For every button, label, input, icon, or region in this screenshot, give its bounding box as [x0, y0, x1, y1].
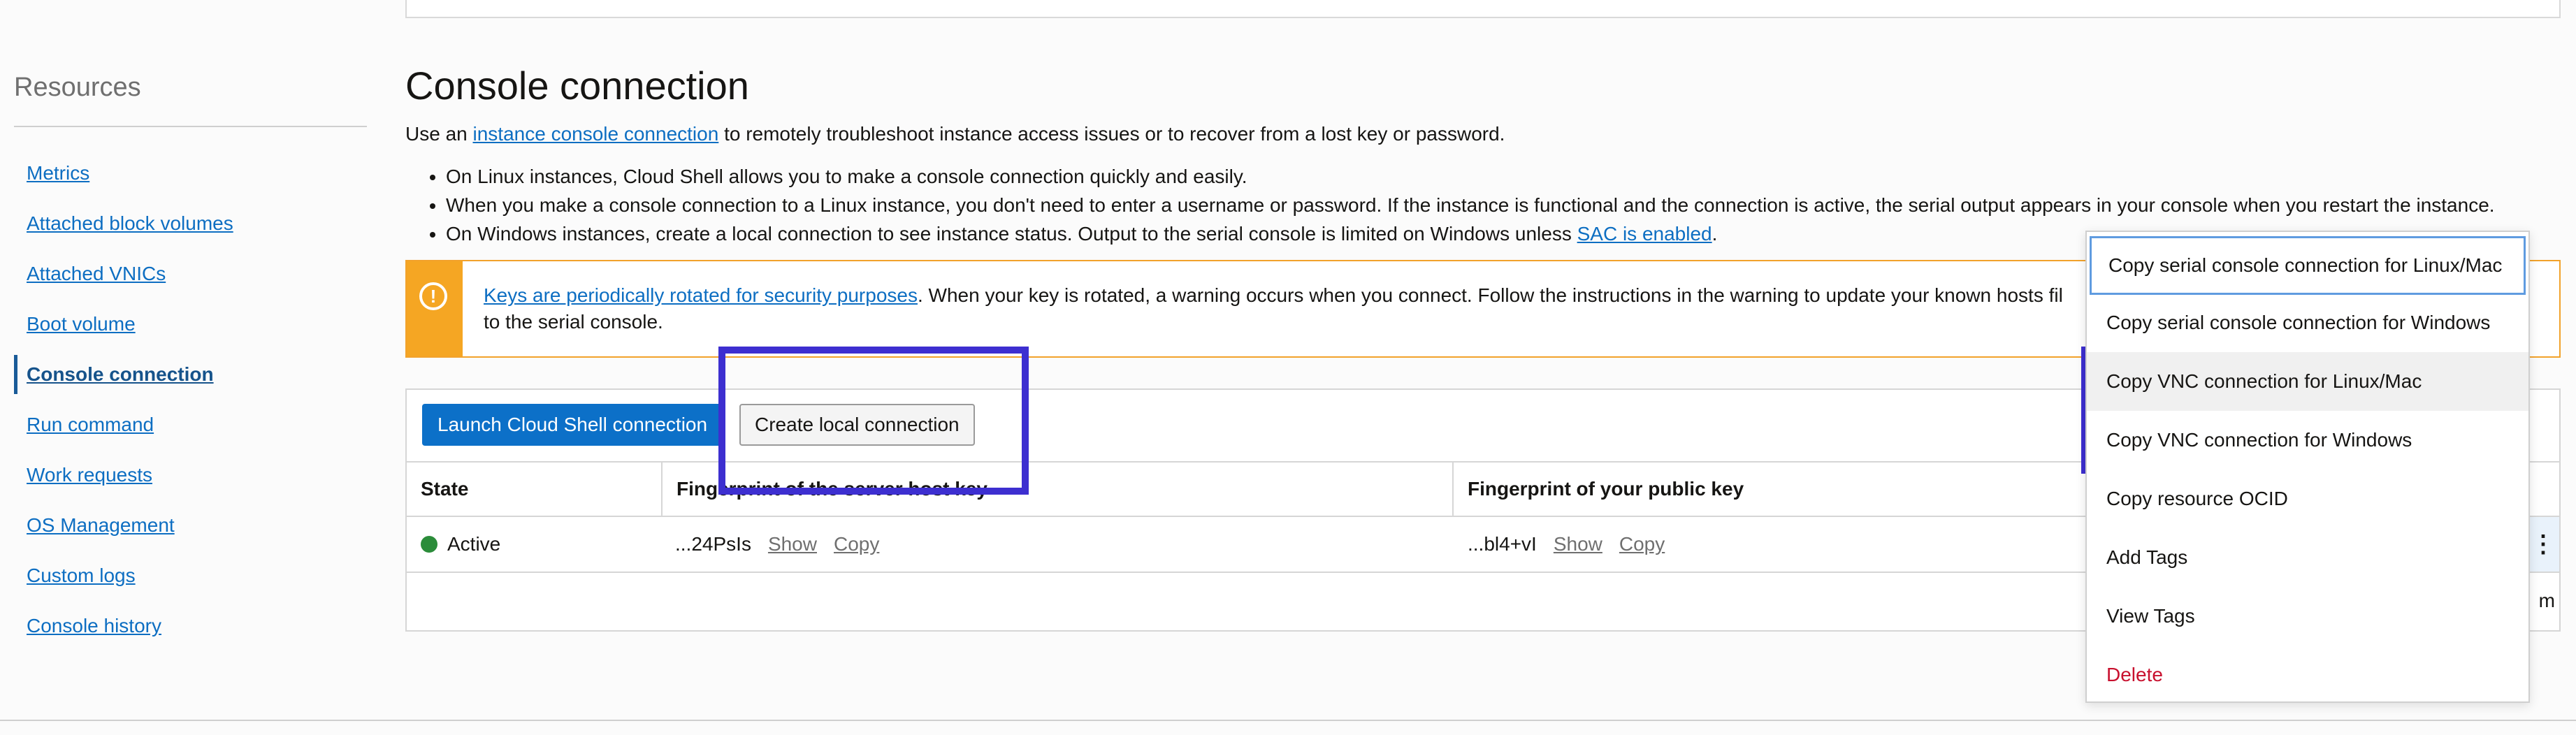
sidebar-item-attached-vnics[interactable]: Attached VNICs	[14, 254, 363, 293]
launch-cloud-shell-button[interactable]: Launch Cloud Shell connection	[422, 404, 723, 446]
sidebar-divider	[14, 126, 367, 127]
sidebar-item-metrics[interactable]: Metrics	[14, 154, 363, 193]
exclamation-circle-icon: !	[419, 282, 447, 310]
state-cell: Active	[421, 517, 500, 572]
bullet-cloud-shell: On Linux instances, Cloud Shell allows y…	[446, 162, 2495, 191]
warning-strip: !	[407, 261, 463, 356]
key-rotation-link[interactable]: Keys are periodically rotated for securi…	[484, 284, 918, 306]
warning-body-line2: to the serial console.	[484, 311, 663, 333]
sidebar-item-work-requests[interactable]: Work requests	[14, 456, 363, 495]
server-key-copy-link[interactable]: Copy	[834, 533, 879, 555]
menu-copy-serial-windows[interactable]: Copy serial console connection for Windo…	[2087, 293, 2528, 352]
menu-copy-resource-ocid[interactable]: Copy resource OCID	[2087, 470, 2528, 528]
warning-body: . When your key is rotated, a warning oc…	[917, 284, 2063, 306]
column-state[interactable]: State	[407, 463, 661, 516]
sidebar-item-console-connection[interactable]: Console connection	[14, 355, 363, 394]
bullet3-prefix: On Windows instances, create a local con…	[446, 223, 1577, 245]
bottom-divider	[0, 720, 2576, 721]
column-public-key[interactable]: Fingerprint of your public key	[1454, 463, 2152, 516]
public-key-value: ...bl4+vI	[1468, 533, 1537, 555]
sidebar-item-console-history[interactable]: Console history	[14, 606, 363, 646]
warning-text: Keys are periodically rotated for securi…	[484, 282, 2084, 335]
bullet-linux-connection: When you make a console connection to a …	[446, 191, 2495, 219]
sidebar-item-run-command[interactable]: Run command	[14, 405, 363, 444]
intro-suffix: to remotely troubleshoot instance access…	[718, 123, 1505, 145]
state-value: Active	[447, 533, 501, 555]
sidebar-item-custom-logs[interactable]: Custom logs	[14, 556, 363, 595]
sidebar-item-attached-block-volumes[interactable]: Attached block volumes	[14, 204, 363, 243]
sidebar-item-os-management[interactable]: OS Management	[14, 506, 363, 545]
resources-heading: Resources	[14, 73, 141, 102]
row-actions-kebab-icon[interactable]: ⋮	[2527, 517, 2559, 572]
menu-view-tags[interactable]: View Tags	[2087, 587, 2528, 646]
resources-sidebar: Resources Metrics Attached block volumes…	[0, 0, 377, 720]
server-key-value: ...24PsIs	[675, 533, 751, 555]
menu-add-tags[interactable]: Add Tags	[2087, 528, 2528, 587]
server-key-cell: ...24PsIs Show Copy	[675, 517, 879, 572]
public-key-show-link[interactable]: Show	[1554, 533, 1602, 555]
intro-prefix: Use an	[405, 123, 473, 145]
menu-copy-serial-linux-mac[interactable]: Copy serial console connection for Linux…	[2090, 236, 2526, 295]
previous-panel-edge	[405, 0, 2561, 18]
panel-footer-fragment: m	[2538, 590, 2555, 611]
status-active-icon	[421, 536, 437, 553]
highlight-create-local-connection	[718, 347, 1029, 495]
public-key-cell: ...bl4+vI Show Copy	[1468, 517, 1665, 572]
bullet3-suffix: .	[1712, 223, 1718, 245]
menu-copy-vnc-linux-mac[interactable]: Copy VNC connection for Linux/Mac	[2087, 352, 2528, 411]
sidebar-item-boot-volume[interactable]: Boot volume	[14, 305, 363, 344]
instance-console-connection-link[interactable]: instance console connection	[473, 123, 719, 145]
row-actions-menu: Copy serial console connection for Linux…	[2085, 231, 2530, 703]
intro-text: Use an instance console connection to re…	[405, 123, 1505, 145]
page-title: Console connection	[405, 64, 749, 108]
server-key-show-link[interactable]: Show	[768, 533, 817, 555]
menu-copy-vnc-windows[interactable]: Copy VNC connection for Windows	[2087, 411, 2528, 470]
sac-enabled-link[interactable]: SAC is enabled	[1577, 223, 1712, 245]
public-key-copy-link[interactable]: Copy	[1619, 533, 1665, 555]
menu-delete[interactable]: Delete	[2087, 646, 2528, 704]
